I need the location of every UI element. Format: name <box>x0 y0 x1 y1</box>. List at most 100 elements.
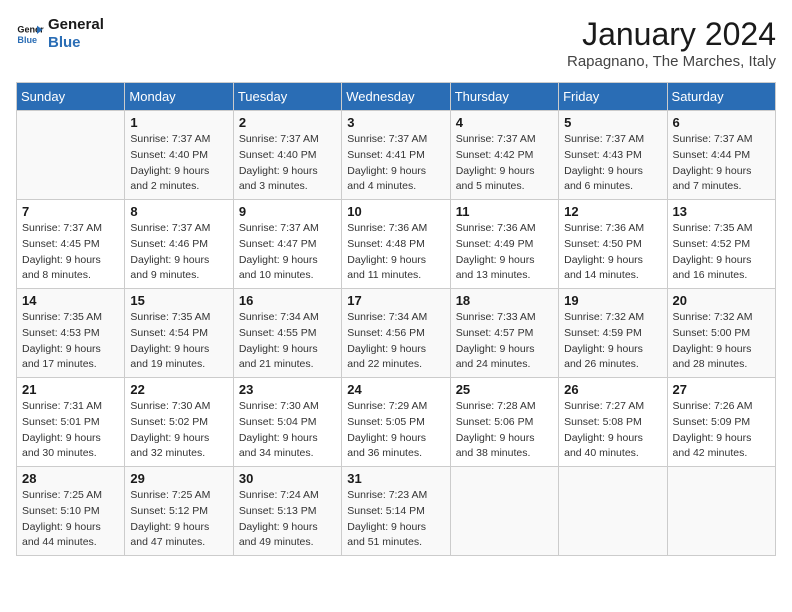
day-detail: Sunrise: 7:37 AMSunset: 4:45 PMDaylight:… <box>22 221 119 284</box>
day-detail: Sunrise: 7:27 AMSunset: 5:08 PMDaylight:… <box>564 399 661 462</box>
day-detail: Sunrise: 7:32 AMSunset: 4:59 PMDaylight:… <box>564 310 661 373</box>
week-row-1: 1Sunrise: 7:37 AMSunset: 4:40 PMDaylight… <box>17 111 776 200</box>
day-cell: 19 Sunrise: 7:32 AMSunset: 4:59 PMDayligh… <box>559 289 667 378</box>
day-cell <box>667 467 775 556</box>
day-cell: 16 Sunrise: 7:34 AMSunset: 4:55 PMDayligh… <box>233 289 341 378</box>
day-cell: 29Sunrise: 7:25 AMSunset: 5:12 PMDayligh… <box>125 467 233 556</box>
day-cell: 28 Sunrise: 7:25 AMSunset: 5:10 PMDayligh… <box>17 467 125 556</box>
day-cell: 25Sunrise: 7:28 AMSunset: 5:06 PMDayligh… <box>450 378 558 467</box>
day-cell: 2 Sunrise: 7:37 AMSunset: 4:40 PMDaylight… <box>233 111 341 200</box>
column-header-sunday: Sunday <box>17 83 125 111</box>
day-number: 28 <box>22 471 119 486</box>
page-header: General Blue General Blue January 2024 R… <box>16 16 776 70</box>
day-cell: 7 Sunrise: 7:37 AMSunset: 4:45 PMDaylight… <box>17 200 125 289</box>
day-number: 4 <box>456 115 553 130</box>
day-number: 24 <box>347 382 444 397</box>
day-cell: 23 Sunrise: 7:30 AMSunset: 5:04 PMDayligh… <box>233 378 341 467</box>
day-number: 6 <box>673 115 770 130</box>
day-detail: Sunrise: 7:35 AMSunset: 4:53 PMDaylight:… <box>22 310 119 373</box>
day-detail: Sunrise: 7:33 AMSunset: 4:57 PMDaylight:… <box>456 310 553 373</box>
day-number: 21 <box>22 382 119 397</box>
column-header-saturday: Saturday <box>667 83 775 111</box>
column-header-monday: Monday <box>125 83 233 111</box>
day-number: 9 <box>239 204 336 219</box>
day-detail: Sunrise: 7:30 AMSunset: 5:04 PMDaylight:… <box>239 399 336 462</box>
day-detail: Sunrise: 7:34 AMSunset: 4:55 PMDaylight:… <box>239 310 336 373</box>
day-detail: Sunrise: 7:36 AMSunset: 4:49 PMDaylight:… <box>456 221 553 284</box>
day-number: 31 <box>347 471 444 486</box>
week-row-4: 21 Sunrise: 7:31 AMSunset: 5:01 PMDayligh… <box>17 378 776 467</box>
logo-blue: Blue <box>48 34 104 52</box>
day-detail: Sunrise: 7:28 AMSunset: 5:06 PMDaylight:… <box>456 399 553 462</box>
day-cell: 31 Sunrise: 7:23 AMSunset: 5:14 PMDayligh… <box>342 467 450 556</box>
day-cell: 3 Sunrise: 7:37 AMSunset: 4:41 PMDaylight… <box>342 111 450 200</box>
svg-text:Blue: Blue <box>17 35 37 45</box>
day-cell: 18 Sunrise: 7:33 AMSunset: 4:57 PMDayligh… <box>450 289 558 378</box>
day-number: 10 <box>347 204 444 219</box>
day-detail: Sunrise: 7:35 AMSunset: 4:52 PMDaylight:… <box>673 221 770 284</box>
day-number: 22 <box>130 382 227 397</box>
header-row: SundayMondayTuesdayWednesdayThursdayFrid… <box>17 83 776 111</box>
calendar-table: SundayMondayTuesdayWednesdayThursdayFrid… <box>16 82 776 556</box>
day-detail: Sunrise: 7:26 AMSunset: 5:09 PMDaylight:… <box>673 399 770 462</box>
day-detail: Sunrise: 7:36 AMSunset: 4:50 PMDaylight:… <box>564 221 661 284</box>
day-number: 3 <box>347 115 444 130</box>
day-number: 16 <box>239 293 336 308</box>
day-number: 17 <box>347 293 444 308</box>
day-cell: 9Sunrise: 7:37 AMSunset: 4:47 PMDaylight… <box>233 200 341 289</box>
day-cell: 6 Sunrise: 7:37 AMSunset: 4:44 PMDaylight… <box>667 111 775 200</box>
day-cell: 1Sunrise: 7:37 AMSunset: 4:40 PMDaylight… <box>125 111 233 200</box>
logo-general: General <box>48 16 104 34</box>
day-number: 13 <box>673 204 770 219</box>
day-cell <box>17 111 125 200</box>
day-cell: 15 Sunrise: 7:35 AMSunset: 4:54 PMDayligh… <box>125 289 233 378</box>
day-detail: Sunrise: 7:30 AMSunset: 5:02 PMDaylight:… <box>130 399 227 462</box>
day-number: 18 <box>456 293 553 308</box>
day-number: 23 <box>239 382 336 397</box>
day-cell: 14 Sunrise: 7:35 AMSunset: 4:53 PMDayligh… <box>17 289 125 378</box>
day-detail: Sunrise: 7:37 AMSunset: 4:40 PMDaylight:… <box>239 132 336 195</box>
logo: General Blue General Blue <box>16 16 104 52</box>
day-cell: 10Sunrise: 7:36 AMSunset: 4:48 PMDayligh… <box>342 200 450 289</box>
column-header-wednesday: Wednesday <box>342 83 450 111</box>
day-cell: 13 Sunrise: 7:35 AMSunset: 4:52 PMDayligh… <box>667 200 775 289</box>
day-number: 19 <box>564 293 661 308</box>
day-cell: 20Sunrise: 7:32 AMSunset: 5:00 PMDayligh… <box>667 289 775 378</box>
day-number: 26 <box>564 382 661 397</box>
day-cell: 8Sunrise: 7:37 AMSunset: 4:46 PMDaylight… <box>125 200 233 289</box>
day-number: 7 <box>22 204 119 219</box>
week-row-2: 7 Sunrise: 7:37 AMSunset: 4:45 PMDaylight… <box>17 200 776 289</box>
day-cell: 22 Sunrise: 7:30 AMSunset: 5:02 PMDayligh… <box>125 378 233 467</box>
day-cell <box>450 467 558 556</box>
day-detail: Sunrise: 7:24 AMSunset: 5:13 PMDaylight:… <box>239 488 336 551</box>
day-cell: 24Sunrise: 7:29 AMSunset: 5:05 PMDayligh… <box>342 378 450 467</box>
title-block: January 2024 Rapagnano, The Marches, Ita… <box>567 16 776 70</box>
day-cell: 27Sunrise: 7:26 AMSunset: 5:09 PMDayligh… <box>667 378 775 467</box>
day-detail: Sunrise: 7:25 AMSunset: 5:10 PMDaylight:… <box>22 488 119 551</box>
day-number: 11 <box>456 204 553 219</box>
week-row-5: 28 Sunrise: 7:25 AMSunset: 5:10 PMDayligh… <box>17 467 776 556</box>
calendar-subtitle: Rapagnano, The Marches, Italy <box>567 53 776 70</box>
day-detail: Sunrise: 7:37 AMSunset: 4:40 PMDaylight:… <box>130 132 227 195</box>
day-number: 14 <box>22 293 119 308</box>
day-number: 8 <box>130 204 227 219</box>
day-cell: 26 Sunrise: 7:27 AMSunset: 5:08 PMDayligh… <box>559 378 667 467</box>
day-detail: Sunrise: 7:31 AMSunset: 5:01 PMDaylight:… <box>22 399 119 462</box>
day-detail: Sunrise: 7:37 AMSunset: 4:44 PMDaylight:… <box>673 132 770 195</box>
day-cell: 4 Sunrise: 7:37 AMSunset: 4:42 PMDaylight… <box>450 111 558 200</box>
day-number: 15 <box>130 293 227 308</box>
day-detail: Sunrise: 7:37 AMSunset: 4:41 PMDaylight:… <box>347 132 444 195</box>
day-cell: 5Sunrise: 7:37 AMSunset: 4:43 PMDaylight… <box>559 111 667 200</box>
day-detail: Sunrise: 7:32 AMSunset: 5:00 PMDaylight:… <box>673 310 770 373</box>
column-header-thursday: Thursday <box>450 83 558 111</box>
day-number: 30 <box>239 471 336 486</box>
day-cell: 30 Sunrise: 7:24 AMSunset: 5:13 PMDayligh… <box>233 467 341 556</box>
day-cell: 17Sunrise: 7:34 AMSunset: 4:56 PMDayligh… <box>342 289 450 378</box>
day-cell: 12Sunrise: 7:36 AMSunset: 4:50 PMDayligh… <box>559 200 667 289</box>
day-detail: Sunrise: 7:37 AMSunset: 4:42 PMDaylight:… <box>456 132 553 195</box>
day-cell: 21 Sunrise: 7:31 AMSunset: 5:01 PMDayligh… <box>17 378 125 467</box>
day-detail: Sunrise: 7:23 AMSunset: 5:14 PMDaylight:… <box>347 488 444 551</box>
day-number: 2 <box>239 115 336 130</box>
day-detail: Sunrise: 7:35 AMSunset: 4:54 PMDaylight:… <box>130 310 227 373</box>
day-detail: Sunrise: 7:25 AMSunset: 5:12 PMDaylight:… <box>130 488 227 551</box>
